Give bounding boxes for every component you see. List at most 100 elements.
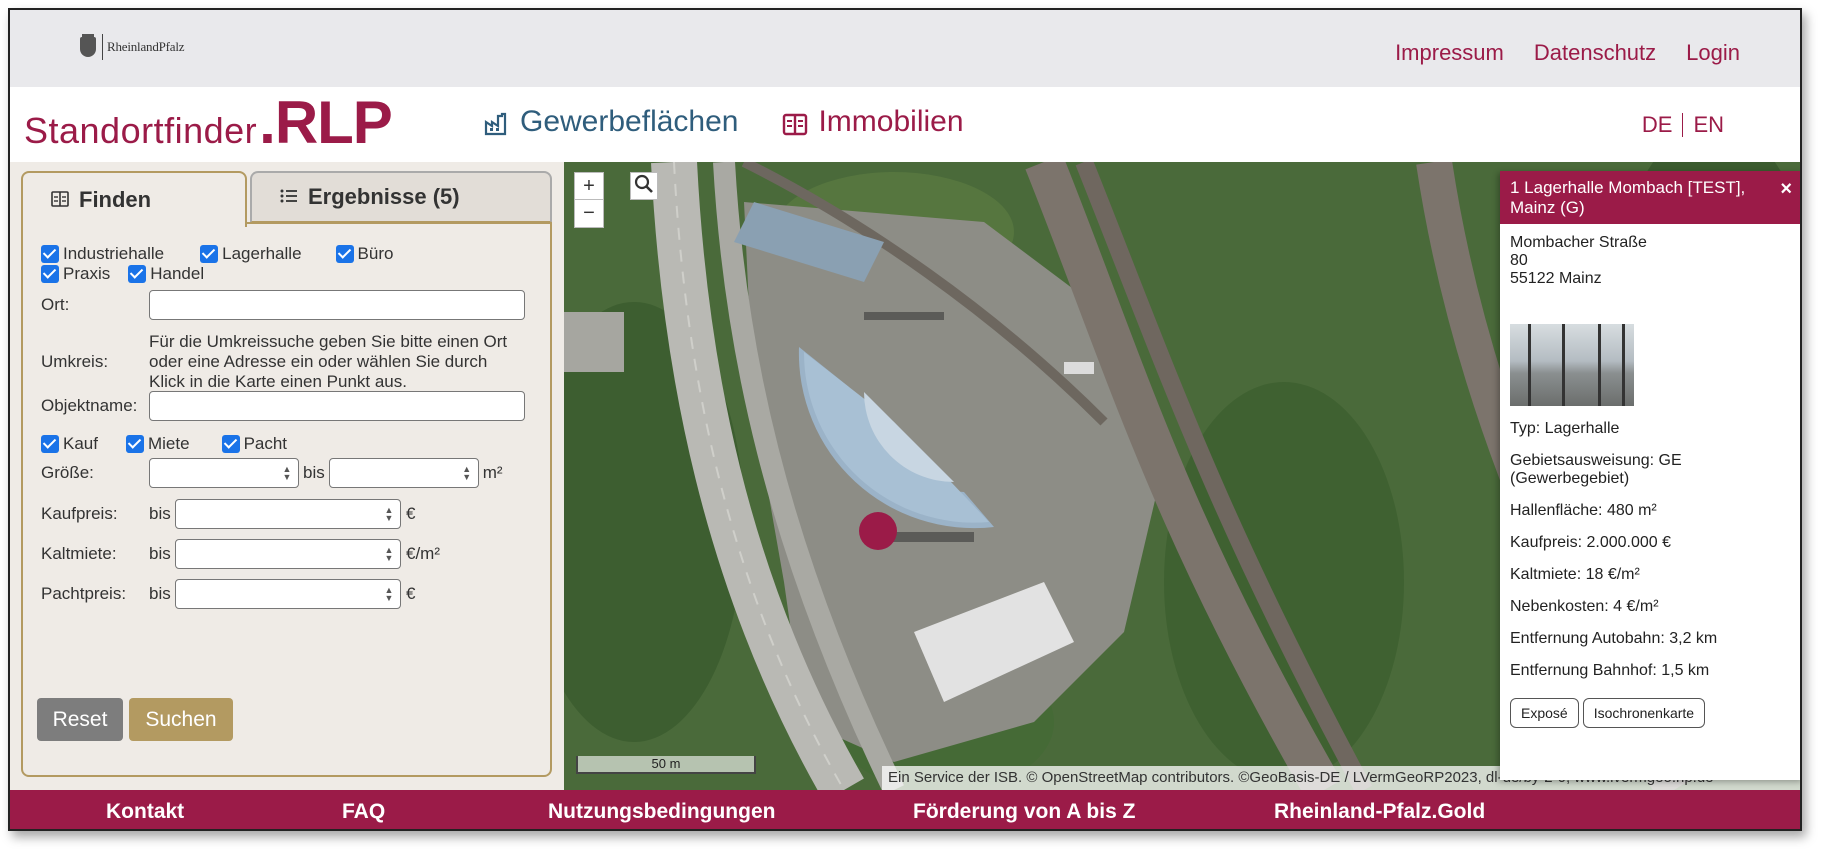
- prop-entfernung-bahnhof: Entfernung Bahnhof: 1,5 km: [1510, 662, 1710, 679]
- card-header: 1 Lagerhalle Mombach [TEST], Mainz (G) ×: [1500, 171, 1800, 224]
- search-button[interactable]: Suchen: [129, 698, 233, 741]
- nav-gewerbeflaechen[interactable]: Gewerbeflächen: [484, 105, 738, 139]
- nav-gewerbeflaechen-label: Gewerbeflächen: [520, 105, 739, 138]
- search-sidebar: Finden Ergebnisse (5) Industriehalle Lag…: [10, 162, 564, 790]
- logo-text: RheinlandPfalz: [107, 39, 185, 54]
- crest-icon: [78, 34, 98, 60]
- map-scale: 50 m: [576, 756, 756, 774]
- location-marker[interactable]: [859, 512, 897, 550]
- checkbox-box[interactable]: [41, 435, 59, 453]
- building-icon: [782, 110, 808, 136]
- prop-entfernung-autobahn: Entfernung Autobahn: 3,2 km: [1510, 630, 1718, 647]
- main-nav: Gewerbeflächen Immobilien: [484, 105, 964, 139]
- brand-prefix: Standortfinder: [24, 110, 258, 151]
- login-link[interactable]: Login: [1686, 40, 1740, 66]
- groesse-min-input[interactable]: ▲ ▼: [149, 458, 299, 488]
- tab-finden[interactable]: Finden: [21, 171, 247, 227]
- prop-kaltmiete: Kaltmiete: 18 €/m²: [1510, 566, 1640, 583]
- ort-row: Ort:: [41, 290, 525, 320]
- bis-label: bis: [149, 544, 171, 563]
- factory-icon: [484, 110, 510, 136]
- stepper-icon[interactable]: ▲ ▼: [462, 465, 472, 483]
- prop-typ: Typ: Lagerhalle: [1510, 420, 1620, 437]
- map-search-button[interactable]: [630, 172, 658, 200]
- checkbox-label: Kauf: [63, 434, 98, 453]
- zoom-control: + −: [574, 172, 604, 228]
- checkbox-industriehalle[interactable]: Industriehalle: [41, 244, 164, 264]
- checkbox-box[interactable]: [41, 265, 59, 283]
- property-photo[interactable]: [1510, 324, 1634, 406]
- checkbox-box[interactable]: [128, 265, 147, 283]
- stepper-icon[interactable]: ▲ ▼: [282, 465, 292, 483]
- rlp-logo[interactable]: RheinlandPfalz: [78, 34, 185, 60]
- groesse-max-input[interactable]: ▲ ▼: [328, 458, 479, 488]
- checkbox-lagerhalle[interactable]: Lagerhalle: [200, 244, 302, 264]
- ort-input[interactable]: [149, 290, 525, 320]
- bis-label: bis: [303, 463, 325, 482]
- nav-immobilien[interactable]: Immobilien: [782, 105, 964, 139]
- impressum-link[interactable]: Impressum: [1395, 40, 1504, 66]
- lang-en[interactable]: EN: [1693, 112, 1724, 138]
- property-info-card: 1 Lagerhalle Mombach [TEST], Mainz (G) ×…: [1500, 171, 1800, 780]
- kaufpreis-input[interactable]: ▲ ▼: [175, 499, 401, 529]
- groesse-row: Größe: ▲ ▼ bis ▲ ▼ m²: [41, 458, 503, 488]
- unit-eur: €: [406, 504, 416, 523]
- stepper-icon[interactable]: ▲ ▼: [384, 546, 394, 564]
- checkbox-praxis[interactable]: Praxis: [41, 264, 110, 284]
- isochronenkarte-button[interactable]: Isochronenkarte: [1582, 698, 1706, 728]
- umkreis-row: Umkreis: Für die Umkreissuche geben Sie …: [41, 332, 524, 392]
- checkbox-label: Büro: [357, 244, 394, 263]
- checkbox-box[interactable]: [41, 245, 59, 263]
- unit-eur: €: [406, 584, 416, 603]
- zoom-out-button[interactable]: −: [574, 200, 604, 228]
- checkbox-label: Pacht: [243, 434, 288, 453]
- tab-ergebnisse-label: Ergebnisse (5): [308, 184, 460, 209]
- card-actions: Exposé Isochronenkarte: [1510, 698, 1794, 728]
- reset-button[interactable]: Reset: [37, 698, 123, 741]
- lang-divider: [1682, 113, 1684, 137]
- tab-ergebnisse[interactable]: Ergebnisse (5): [250, 171, 552, 223]
- checkbox-buero[interactable]: Büro: [335, 244, 394, 264]
- browser-frame: RheinlandPfalz Impressum Datenschutz Log…: [8, 8, 1802, 831]
- checkbox-kauf[interactable]: Kauf: [41, 434, 98, 454]
- logo-divider: [102, 34, 103, 60]
- search-form: Industriehalle Lagerhalle Büro Praxis Ha…: [21, 222, 552, 777]
- checkbox-miete[interactable]: Miete: [125, 434, 190, 454]
- footer-nutzungsbedingungen[interactable]: Nutzungsbedingungen: [548, 800, 775, 824]
- footer-kontakt[interactable]: Kontakt: [106, 800, 184, 824]
- checkbox-box[interactable]: [335, 245, 354, 263]
- pachtpreis-input[interactable]: ▲ ▼: [175, 579, 401, 609]
- property-details: Typ: Lagerhalle Gebietsausweisung: GE (G…: [1510, 420, 1794, 680]
- checkbox-label: Miete: [147, 434, 190, 453]
- footer-faq[interactable]: FAQ: [342, 800, 385, 824]
- unit-eur-m2: €/m²: [406, 544, 440, 563]
- kaltmiete-row: Kaltmiete: bis ▲ ▼ €/m²: [41, 539, 440, 569]
- sidebar-tabs: Finden Ergebnisse (5): [21, 171, 552, 227]
- checkbox-pacht[interactable]: Pacht: [221, 434, 288, 454]
- zoom-in-button[interactable]: +: [574, 172, 604, 200]
- stepper-icon[interactable]: ▲ ▼: [384, 586, 394, 604]
- address-city: 55122 Mainz: [1510, 270, 1602, 287]
- checkbox-box[interactable]: [200, 245, 219, 263]
- brand-logo[interactable]: Standortfinder .RLP: [24, 93, 393, 153]
- footer-rlp-gold[interactable]: Rheinland-Pfalz.Gold: [1274, 800, 1485, 824]
- checkbox-box[interactable]: [125, 435, 144, 453]
- stepper-icon[interactable]: ▲ ▼: [384, 506, 394, 524]
- footer-foerderung[interactable]: Förderung von A bis Z: [913, 800, 1135, 824]
- close-icon[interactable]: ×: [1780, 179, 1792, 199]
- unit-m2: m²: [482, 463, 503, 482]
- kaufpreis-row: Kaufpreis: bis ▲ ▼ €: [41, 499, 415, 529]
- bis-label: bis: [149, 504, 171, 523]
- kaltmiete-input[interactable]: ▲ ▼: [175, 539, 401, 569]
- search-icon: [634, 174, 654, 199]
- lang-de[interactable]: DE: [1642, 112, 1673, 138]
- checkbox-handel[interactable]: Handel: [128, 264, 204, 284]
- site-header: Standortfinder .RLP Gewerbeflächen Immob…: [10, 87, 1800, 162]
- top-bar: RheinlandPfalz Impressum Datenschutz Log…: [10, 10, 1800, 87]
- checkbox-box[interactable]: [221, 435, 240, 453]
- objektname-input[interactable]: [149, 391, 525, 421]
- kaltmiete-label: Kaltmiete:: [41, 544, 117, 563]
- expose-button[interactable]: Exposé: [1510, 698, 1579, 728]
- kaufpreis-label: Kaufpreis:: [41, 504, 118, 523]
- datenschutz-link[interactable]: Datenschutz: [1534, 40, 1656, 66]
